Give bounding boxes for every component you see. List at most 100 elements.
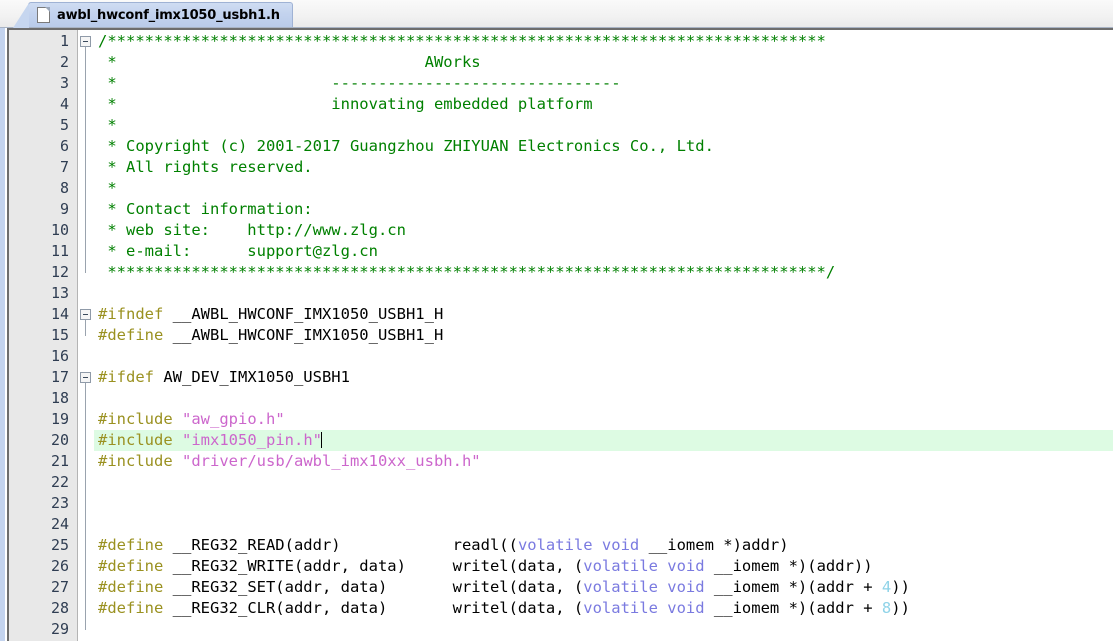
editor-frame: 1 2 3 4 5 6 7 8 9 10 11 12 13 14 15 16 17 18 19 20 21 22 23 24 2… xyxy=(0,28,1113,641)
code-token: __AWBL_HWCONF_IMX1050_USBH1_H xyxy=(163,326,444,344)
code-token: "aw_gpio.h" xyxy=(182,410,285,428)
code-line[interactable]: #define __REG32_READ(addr) readl((volati… xyxy=(98,535,789,556)
code-line[interactable]: * e-mail: support@zlg.cn xyxy=(98,241,378,262)
code-line[interactable]: #include "imx1050_pin.h" xyxy=(98,430,322,451)
line-number: 12 xyxy=(50,263,69,281)
code-token: * xyxy=(98,179,117,197)
code-token: volatile void xyxy=(583,599,705,617)
fold-collapse-icon[interactable] xyxy=(80,372,91,383)
line-number: 22 xyxy=(50,473,69,491)
line-number: 9 xyxy=(59,200,69,218)
code-line[interactable]: * Contact information: xyxy=(98,199,313,220)
tab-awbl-hwconf-imx1050-usbh1-h[interactable]: awbl_hwconf_imx1050_usbh1.h xyxy=(13,2,293,28)
line-number: 13 xyxy=(50,284,69,302)
line-number: 20 xyxy=(50,431,69,449)
code-token: ****************************************… xyxy=(98,263,836,281)
line-number: 5 xyxy=(59,116,69,134)
code-line[interactable]: * innovating embedded platform xyxy=(98,94,592,115)
code-line[interactable]: #define __REG32_WRITE(addr, data) writel… xyxy=(98,556,873,577)
code-line[interactable]: * xyxy=(98,115,117,136)
code-line[interactable]: #define __REG32_CLR(addr, data) writel(d… xyxy=(98,598,910,619)
code-line[interactable]: #include "driver/usb/awbl_imx10xx_usbh.h… xyxy=(98,451,481,472)
code-token: volatile void xyxy=(517,536,640,554)
code-token: / xyxy=(98,32,108,50)
code-token: #include xyxy=(98,452,173,470)
line-number: 2 xyxy=(59,53,69,71)
line-number: 1 xyxy=(59,32,69,50)
line-number: 15 xyxy=(50,326,69,344)
code-token: __iomem *)(addr + xyxy=(704,578,882,596)
line-number: 10 xyxy=(50,221,69,239)
code-token: * All rights reserved. xyxy=(98,158,313,176)
code-token: __REG32_CLR(addr, data) writel(data, ( xyxy=(163,599,584,617)
code-token: * xyxy=(98,116,117,134)
line-number: 29 xyxy=(50,620,69,638)
code-token: 8 xyxy=(881,599,892,617)
code-token: * Contact information: xyxy=(98,200,313,218)
code-line[interactable]: * xyxy=(98,178,117,199)
line-number: 24 xyxy=(50,515,69,533)
code-token: #include xyxy=(98,431,173,449)
code-token: __REG32_READ(addr) readl(( xyxy=(163,536,518,554)
fold-guide-comment-block xyxy=(85,47,86,273)
code-token: #define xyxy=(98,536,164,554)
tab-label: awbl_hwconf_imx1050_usbh1.h xyxy=(57,7,280,23)
code-line[interactable]: #define __REG32_SET(addr, data) writel(d… xyxy=(98,577,910,598)
fold-collapse-icon[interactable] xyxy=(80,36,91,47)
code-token: #define xyxy=(98,557,164,575)
fold-collapse-icon[interactable] xyxy=(80,309,91,320)
code-token: __iomem *)(addr)) xyxy=(704,557,873,575)
gutter-separator xyxy=(77,30,78,641)
code-token: __REG32_WRITE(addr, data) writel(data, ( xyxy=(163,557,584,575)
code-token: volatile void xyxy=(583,578,705,596)
code-token: __iomem *)addr) xyxy=(639,536,789,554)
code-line[interactable]: * web site: http://www.zlg.cn xyxy=(98,220,406,241)
line-number: 18 xyxy=(50,389,69,407)
line-number: 28 xyxy=(50,599,69,617)
code-token: #ifndef xyxy=(98,305,164,323)
code-line[interactable]: * AWorks xyxy=(98,52,481,73)
code-line[interactable]: ****************************************… xyxy=(98,262,835,283)
code-line[interactable]: #ifndef __AWBL_HWCONF_IMX1050_USBH1_H xyxy=(98,304,443,325)
line-number: 4 xyxy=(59,95,69,113)
code-token: __REG32_SET(addr, data) writel(data, ( xyxy=(163,578,584,596)
tab-bar: awbl_hwconf_imx1050_usbh1.h xyxy=(0,0,1113,28)
line-number: 26 xyxy=(50,557,69,575)
line-number: 11 xyxy=(50,242,69,260)
code-token: AW_DEV_IMX1050_USBH1 xyxy=(154,368,350,386)
code-token: * web site: http://www.zlg.cn xyxy=(98,221,406,239)
line-number: 7 xyxy=(59,158,69,176)
line-number: 3 xyxy=(59,74,69,92)
code-token: #define xyxy=(98,578,164,596)
code-line[interactable]: #include "aw_gpio.h" xyxy=(98,409,285,430)
code-line[interactable]: * Copyright (c) 2001-2017 Guangzhou ZHIY… xyxy=(98,136,714,157)
code-line[interactable]: * ------------------------------- xyxy=(98,73,621,94)
file-icon xyxy=(37,7,50,23)
line-number: 16 xyxy=(50,347,69,365)
code-line[interactable]: * All rights reserved. xyxy=(98,157,313,178)
code-token: #define xyxy=(98,326,164,344)
code-token: "driver/usb/awbl_imx10xx_usbh.h" xyxy=(182,452,481,470)
code-token: #define xyxy=(98,599,164,617)
line-number: 14 xyxy=(50,305,69,323)
code-line[interactable]: #ifdef AW_DEV_IMX1050_USBH1 xyxy=(98,367,350,388)
code-line[interactable]: #define __AWBL_HWCONF_IMX1050_USBH1_H xyxy=(98,325,443,346)
code-text-area[interactable]: /***************************************… xyxy=(94,30,1113,641)
code-token: * ------------------------------- xyxy=(98,74,621,92)
code-token: * AWorks xyxy=(98,53,481,71)
code-token: * Copyright (c) 2001-2017 Guangzhou ZHIY… xyxy=(98,137,714,155)
line-number: 17 xyxy=(50,368,69,386)
code-token: ****************************************… xyxy=(107,32,826,50)
code-line[interactable]: /***************************************… xyxy=(98,31,826,52)
code-token: __AWBL_HWCONF_IMX1050_USBH1_H xyxy=(163,305,444,323)
line-number: 27 xyxy=(50,578,69,596)
line-number: 19 xyxy=(50,410,69,428)
code-token: )) xyxy=(891,599,910,617)
text-cursor xyxy=(320,432,322,448)
line-number-gutter[interactable]: 1 2 3 4 5 6 7 8 9 10 11 12 13 14 15 16 17 18 19 20 21 22 23 24 2… xyxy=(9,30,77,641)
fold-column[interactable] xyxy=(77,30,94,641)
fold-guide-ifndef xyxy=(85,320,86,336)
